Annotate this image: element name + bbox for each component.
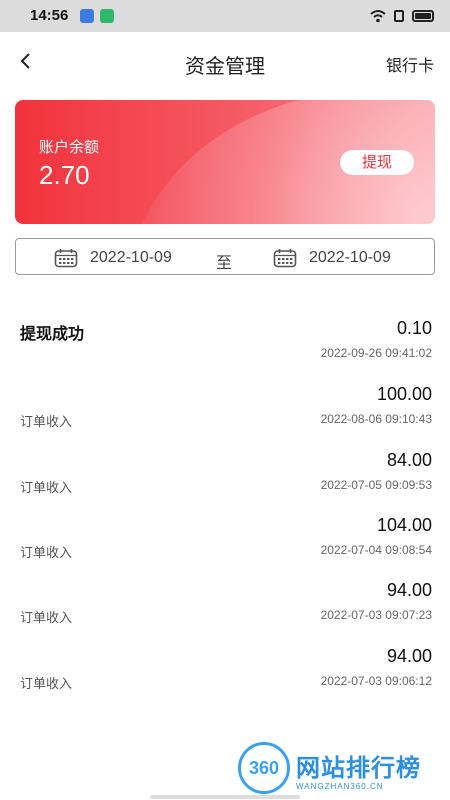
page-title: 资金管理: [185, 56, 265, 78]
record-title: 提现成功: [20, 326, 85, 343]
balance-value: 2.70: [39, 160, 90, 190]
end-date-text: 2022-10-09: [309, 248, 391, 266]
list-item[interactable]: 提现成功 0.10 2022-09-26 09:41:02: [0, 318, 450, 378]
record-amount: 84.00: [386, 450, 432, 470]
list-item[interactable]: 104.00 订单收入 2022-07-04 09:08:54: [0, 515, 450, 575]
record-amount: 94.00: [386, 646, 432, 666]
balance-card: 账户余额 2.70 提现: [15, 100, 435, 224]
record-time: 2022-08-06 09:10:43: [320, 412, 432, 426]
record-time: 2022-07-05 09:09:53: [320, 478, 432, 492]
bank-card-link[interactable]: 银行卡: [386, 52, 434, 76]
app-notification-icon: [100, 9, 114, 23]
list-item[interactable]: 94.00 订单收入 2022-07-03 09:06:12: [0, 646, 450, 706]
start-date-text: 2022-10-09: [90, 248, 172, 266]
home-indicator: [150, 795, 300, 799]
withdraw-button[interactable]: 提现: [340, 150, 414, 175]
watermark-subtext: WANGZHAN360.CN: [296, 782, 384, 791]
watermark-text: 网站排行榜: [296, 755, 421, 782]
record-type: 订单收入: [20, 545, 73, 560]
record-type: 订单收入: [20, 480, 73, 495]
battery-icon: [412, 10, 434, 22]
record-amount: 0.10: [396, 318, 432, 338]
status-bar: 14:56: [0, 0, 450, 32]
app-notification-icon: [80, 9, 94, 23]
watermark-360-icon: 360: [238, 742, 290, 794]
record-amount: 100.00: [376, 384, 432, 404]
list-item[interactable]: 84.00 订单收入 2022-07-05 09:09:53: [0, 450, 450, 510]
record-type: 订单收入: [20, 676, 73, 691]
list-item[interactable]: 100.00 订单收入 2022-08-06 09:10:43: [0, 384, 450, 444]
record-type: 订单收入: [20, 610, 73, 625]
end-date-picker[interactable]: 2022-10-09: [273, 239, 391, 276]
start-date-picker[interactable]: 2022-10-09: [54, 239, 172, 276]
wifi-icon: [370, 10, 386, 23]
record-time: 2022-09-26 09:41:02: [320, 346, 432, 360]
calendar-icon: [273, 248, 297, 267]
balance-label: 账户余额: [39, 139, 100, 156]
list-item[interactable]: 94.00 订单收入 2022-07-03 09:07:23: [0, 580, 450, 640]
nav-bar: 资金管理 银行卡: [0, 32, 450, 90]
record-time: 2022-07-03 09:06:12: [320, 674, 432, 688]
record-amount: 94.00: [386, 580, 432, 600]
record-time: 2022-07-04 09:08:54: [320, 543, 432, 557]
watermark-logo: 360 网站排行榜 WANGZHAN360.CN: [238, 740, 450, 800]
record-time: 2022-07-03 09:07:23: [320, 608, 432, 622]
status-indicators: [370, 8, 434, 24]
date-filter: 2022-10-09 至 2022-10-09: [15, 238, 435, 275]
calendar-icon: [54, 248, 78, 267]
sim-icon: [394, 10, 404, 22]
date-separator: 至: [216, 255, 233, 272]
record-amount: 104.00: [376, 515, 432, 535]
record-type: 订单收入: [20, 414, 73, 429]
status-time: 14:56: [30, 7, 69, 24]
